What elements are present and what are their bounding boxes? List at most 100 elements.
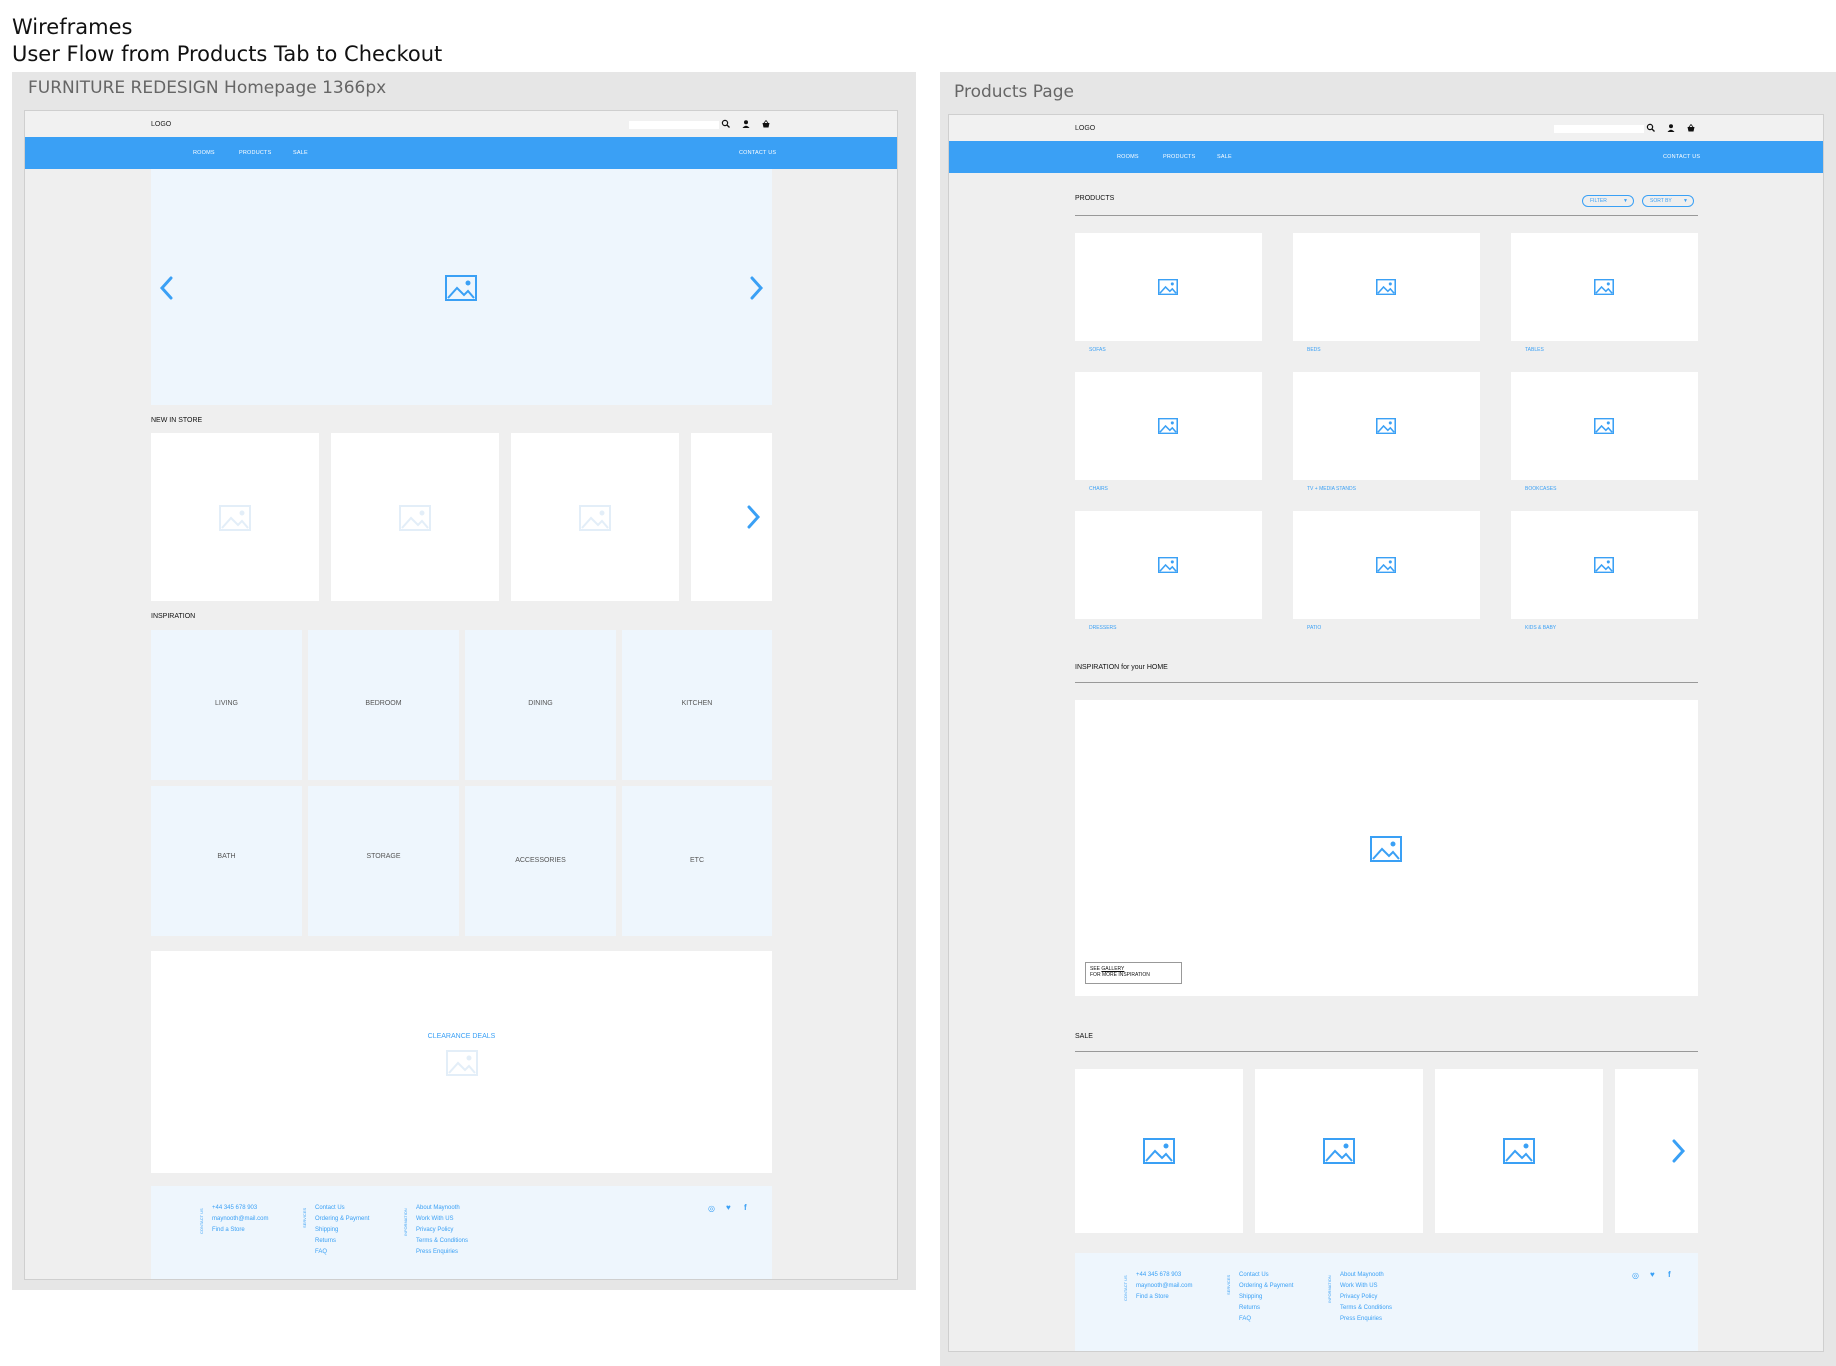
- footer-link[interactable]: Contact Us: [315, 1203, 369, 1214]
- footer-link[interactable]: FAQ: [315, 1247, 369, 1258]
- instagram-icon[interactable]: ◎: [1632, 1271, 1639, 1280]
- nav-rooms[interactable]: ROOMS: [193, 150, 215, 156]
- category-label[interactable]: KIDS & BABY: [1525, 625, 1556, 631]
- category-card-patio[interactable]: [1293, 511, 1480, 619]
- category-card-dressers[interactable]: [1075, 511, 1262, 619]
- footer-phone[interactable]: +44 345 678 903: [1136, 1270, 1192, 1281]
- nav-sale[interactable]: SALE: [1217, 154, 1232, 160]
- inspiration-banner[interactable]: SEE GALLERY FOR MORE INSPIRATION: [1075, 700, 1698, 996]
- facebook-icon[interactable]: f: [744, 1203, 747, 1212]
- footer-link[interactable]: About Maynooth: [416, 1203, 468, 1214]
- twitter-icon[interactable]: ♥: [1650, 1270, 1655, 1279]
- footer-email[interactable]: maynooth@mail.com: [1136, 1281, 1192, 1292]
- top-bar: LOGO: [949, 115, 1823, 141]
- category-label[interactable]: BOOKCASES: [1525, 486, 1556, 492]
- category-card-chairs[interactable]: [1075, 372, 1262, 480]
- logo[interactable]: LOGO: [151, 121, 171, 128]
- footer-link[interactable]: Terms & Conditions: [1340, 1303, 1392, 1314]
- footer-contact-label: CONTACT US: [1123, 1275, 1128, 1301]
- category-label[interactable]: DRESSERS: [1089, 625, 1117, 631]
- facebook-icon[interactable]: f: [1668, 1270, 1671, 1279]
- search-input[interactable]: [629, 121, 719, 129]
- new-item-card[interactable]: [511, 433, 679, 601]
- nav-contact-us[interactable]: CONTACT US: [1663, 154, 1700, 160]
- footer-link[interactable]: Returns: [1239, 1303, 1293, 1314]
- search-icon[interactable]: [721, 119, 731, 129]
- user-icon[interactable]: [741, 119, 751, 129]
- category-label[interactable]: TV + MEDIA STANDS: [1307, 486, 1356, 492]
- footer-link[interactable]: About Maynooth: [1340, 1270, 1392, 1281]
- search-icon[interactable]: [1646, 123, 1656, 133]
- nav-rooms[interactable]: ROOMS: [1117, 154, 1139, 160]
- nav-contact-us[interactable]: CONTACT US: [739, 150, 776, 156]
- new-item-card[interactable]: [331, 433, 499, 601]
- footer-link[interactable]: Press Enquiries: [1340, 1314, 1392, 1325]
- basket-icon[interactable]: [761, 119, 771, 129]
- footer-link[interactable]: Shipping: [315, 1225, 369, 1236]
- category-card-tv-media-stands[interactable]: [1293, 372, 1480, 480]
- chevron-left-icon[interactable]: [157, 274, 177, 302]
- see-gallery-callout[interactable]: SEE GALLERY FOR MORE INSPIRATION: [1085, 962, 1182, 984]
- category-label[interactable]: TABLES: [1525, 347, 1544, 353]
- inspiration-tile-storage[interactable]: STORAGE: [308, 786, 459, 936]
- footer-email[interactable]: maynooth@mail.com: [212, 1214, 268, 1225]
- footer-link[interactable]: Contact Us: [1239, 1270, 1293, 1281]
- footer-link[interactable]: FAQ: [1239, 1314, 1293, 1325]
- footer-find-store[interactable]: Find a Store: [212, 1225, 268, 1236]
- footer-phone[interactable]: +44 345 678 903: [212, 1203, 268, 1214]
- inspiration-tile-etc[interactable]: ETC: [622, 786, 772, 936]
- nav-products[interactable]: PRODUCTS: [1163, 154, 1195, 160]
- category-label[interactable]: SOFAS: [1089, 347, 1106, 353]
- homepage-board: FURNITURE REDESIGN Homepage 1366px LOGO …: [12, 72, 916, 1290]
- footer-link[interactable]: Shipping: [1239, 1292, 1293, 1303]
- category-card-tables[interactable]: [1511, 233, 1698, 341]
- inspiration-tile-dining[interactable]: DINING: [465, 630, 616, 780]
- sort-dropdown[interactable]: SORT BY ▼: [1642, 195, 1694, 207]
- search-input[interactable]: [1554, 125, 1644, 133]
- category-card-kids-baby[interactable]: [1511, 511, 1698, 619]
- inspiration-tile-living[interactable]: LIVING: [151, 630, 302, 780]
- inspiration-tile-bath[interactable]: BATH: [151, 786, 302, 936]
- filter-dropdown[interactable]: FILTER ▼: [1582, 195, 1634, 207]
- footer-link[interactable]: Privacy Policy: [416, 1225, 468, 1236]
- twitter-icon[interactable]: ♥: [726, 1203, 731, 1212]
- footer-link[interactable]: Work With US: [1340, 1281, 1392, 1292]
- footer-link[interactable]: Work With US: [416, 1214, 468, 1225]
- sale-item-card[interactable]: [1075, 1069, 1243, 1233]
- sale-item-card[interactable]: [1615, 1069, 1698, 1233]
- user-icon[interactable]: [1666, 123, 1676, 133]
- category-card-beds[interactable]: [1293, 233, 1480, 341]
- footer-link[interactable]: Returns: [315, 1236, 369, 1247]
- filter-label: FILTER: [1590, 198, 1607, 204]
- chevron-right-icon[interactable]: [1668, 1137, 1688, 1165]
- category-label[interactable]: CHAIRS: [1089, 486, 1108, 492]
- chevron-right-icon[interactable]: [743, 503, 763, 531]
- footer-link[interactable]: Ordering & Payment: [1239, 1281, 1293, 1292]
- footer-find-store[interactable]: Find a Store: [1136, 1292, 1192, 1303]
- nav-sale[interactable]: SALE: [293, 150, 308, 156]
- sale-item-card[interactable]: [1435, 1069, 1603, 1233]
- new-item-card[interactable]: [151, 433, 319, 601]
- logo[interactable]: LOGO: [1075, 125, 1095, 132]
- nav-products[interactable]: PRODUCTS: [239, 150, 271, 156]
- category-card-bookcases[interactable]: [1511, 372, 1698, 480]
- category-label[interactable]: PATIO: [1307, 625, 1321, 631]
- footer: CONTACT US +44 345 678 903 maynooth@mail…: [151, 1186, 772, 1279]
- basket-icon[interactable]: [1686, 123, 1696, 133]
- sale-item-card[interactable]: [1255, 1069, 1423, 1233]
- footer-link[interactable]: Privacy Policy: [1340, 1292, 1392, 1303]
- inspiration-tile-kitchen[interactable]: KITCHEN: [622, 630, 772, 780]
- chevron-right-icon[interactable]: [746, 274, 766, 302]
- clearance-banner[interactable]: CLEARANCE DEALS: [151, 951, 772, 1173]
- inspiration-tile-bedroom[interactable]: BEDROOM: [308, 630, 459, 780]
- footer-information-label: INFORMATION: [1327, 1275, 1332, 1303]
- category-label[interactable]: BEDS: [1307, 347, 1321, 353]
- new-item-card[interactable]: [691, 433, 772, 601]
- footer-link[interactable]: Press Enquiries: [416, 1247, 468, 1258]
- footer-link[interactable]: Terms & Conditions: [416, 1236, 468, 1247]
- inspiration-label: LIVING: [215, 700, 238, 707]
- category-card-sofas[interactable]: [1075, 233, 1262, 341]
- instagram-icon[interactable]: ◎: [708, 1204, 715, 1213]
- inspiration-tile-accessories[interactable]: ACCESSORIES: [465, 786, 616, 936]
- footer-link[interactable]: Ordering & Payment: [315, 1214, 369, 1225]
